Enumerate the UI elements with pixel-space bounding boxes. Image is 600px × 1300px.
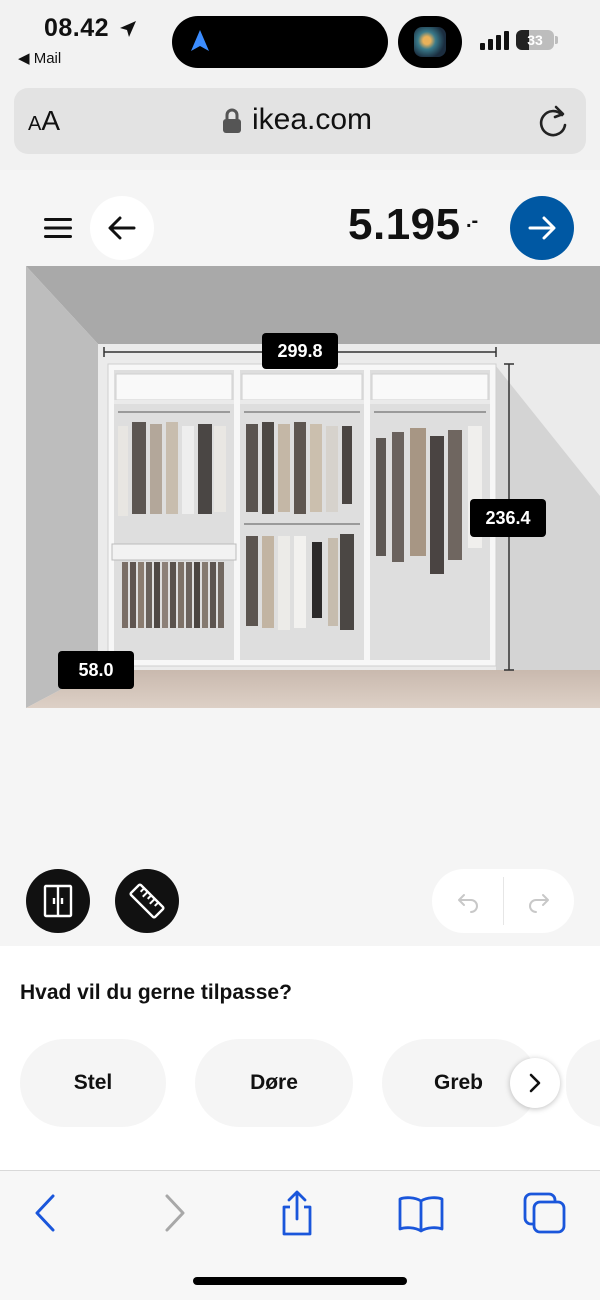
chevron-right-icon: [529, 1073, 541, 1093]
bookmarks-button[interactable]: [396, 1188, 446, 1238]
arrow-left-icon: [108, 216, 136, 240]
browser-forward-button[interactable]: [150, 1188, 200, 1238]
width-measurement: 299.8: [262, 333, 338, 369]
wardrobe-doors-icon: [43, 884, 73, 918]
customize-question: Hvad vil du gerne tilpasse?: [20, 981, 292, 1004]
total-price: 5.195: [348, 200, 461, 249]
back-button[interactable]: [90, 196, 154, 260]
undo-button[interactable]: [432, 869, 503, 933]
undo-icon: [457, 894, 478, 913]
measurements-toggle-button[interactable]: [115, 869, 179, 933]
tabs-button[interactable]: [520, 1188, 570, 1238]
doors-toggle-button[interactable]: [26, 869, 90, 933]
reload-icon[interactable]: [536, 103, 570, 139]
hamburger-menu-icon[interactable]: [44, 217, 72, 239]
redo-icon: [528, 894, 549, 913]
option-doors[interactable]: Døre: [195, 1039, 353, 1127]
options-scroll-right-button[interactable]: [510, 1058, 560, 1108]
undo-redo-group: [432, 869, 574, 933]
url-domain[interactable]: ikea.com: [252, 103, 372, 137]
arrow-right-icon: [528, 216, 556, 240]
tabs-icon: [523, 1192, 566, 1234]
now-playing-artwork[interactable]: [398, 16, 462, 68]
share-button[interactable]: [272, 1188, 322, 1238]
lock-icon: [223, 108, 241, 133]
back-to-mail-link[interactable]: ◀ Mail: [18, 49, 61, 67]
browser-back-button[interactable]: [20, 1188, 70, 1238]
forward-icon: [165, 1194, 185, 1232]
depth-measurement: 58.0: [58, 651, 134, 689]
share-icon: [282, 1190, 312, 1236]
battery-percent: 33: [527, 32, 543, 48]
address-bar[interactable]: AA ikea.com: [14, 88, 586, 154]
status-bar: 08.42 ◀ Mail 33: [0, 0, 600, 80]
option-frame[interactable]: Stel: [20, 1039, 166, 1127]
bookmarks-icon: [398, 1196, 444, 1233]
location-arrow-icon: [120, 21, 136, 37]
battery-indicator: 33: [516, 30, 554, 50]
redo-button[interactable]: [503, 869, 574, 933]
cellular-signal-icon: [480, 31, 509, 50]
home-indicator: [193, 1277, 407, 1285]
height-measurement: 236.4: [470, 499, 546, 537]
back-icon: [35, 1194, 55, 1232]
next-step-button[interactable]: [510, 196, 574, 260]
navigation-arrow-icon: [191, 30, 209, 51]
text-size-button[interactable]: AA: [28, 105, 60, 137]
price-suffix: .-: [466, 210, 479, 232]
ruler-icon: [129, 883, 165, 919]
status-time: 08.42: [44, 14, 110, 42]
